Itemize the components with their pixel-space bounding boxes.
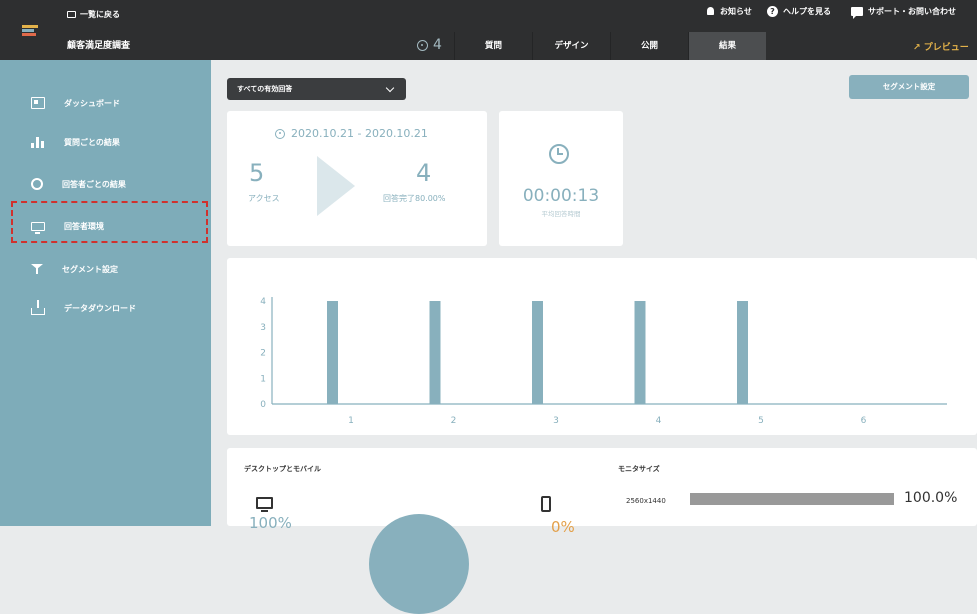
sidebar: ダッシュボード 質問ごとの結果 回答者ごとの結果 回答者環境 セグメント設定 デ… xyxy=(0,60,211,526)
bar-5 xyxy=(737,301,748,404)
sidebar-item-data-download[interactable]: データダウンロード xyxy=(0,295,211,321)
response-bar-chart: 0 1 2 3 4 1 2 3 4 5 6 xyxy=(260,297,947,426)
help-link[interactable]: ? ヘルプを見る xyxy=(767,6,831,17)
completed-count: 4 xyxy=(416,159,432,187)
help-label: ヘルプを見る xyxy=(783,7,831,16)
avg-time-value: 00:00:13 xyxy=(522,186,600,206)
sidebar-item-segment-settings[interactable]: セグメント設定 xyxy=(0,256,211,282)
sidebar-item-label: 回答者ごとの結果 xyxy=(62,179,126,189)
preview-label: プレビュー xyxy=(923,43,969,53)
back-link-label: 一覧に戻る xyxy=(80,10,120,19)
preview-link[interactable]: ↗ プレビュー xyxy=(913,40,969,53)
response-count-value: 4 xyxy=(433,37,442,53)
segment-settings-button[interactable]: セグメント設定 xyxy=(849,75,969,99)
sidebar-item-label: セグメント設定 xyxy=(62,264,118,274)
device-section-title: デスクトップとモバイル xyxy=(244,465,321,473)
filter-icon xyxy=(31,263,43,275)
external-link-icon: ↗ xyxy=(913,43,924,53)
monitor-size-label: 2560x1440 xyxy=(626,497,666,505)
top-bar: 一覧に戻る 顧客満足度調査 お知らせ ? ヘルプを見る サポート・お問い合わせ … xyxy=(0,0,977,60)
clock-icon xyxy=(549,144,569,164)
mobile-percent: 0% xyxy=(551,518,575,536)
desktop-icon xyxy=(256,497,273,512)
completed-label: 回答完了80.00% xyxy=(383,194,446,203)
bell-icon xyxy=(706,6,715,17)
mobile-icon xyxy=(541,496,551,512)
help-icon: ? xyxy=(767,6,778,17)
bar-1 xyxy=(327,301,338,404)
filter-select-value: すべての有効回答 xyxy=(237,85,293,93)
summary-card: 2020.10.21 - 2020.10.21 5 アクセス 4 回答完了80.… xyxy=(227,111,487,246)
y-tick-label: 4 xyxy=(260,297,266,307)
support-label: サポート・お問い合わせ xyxy=(868,7,956,16)
download-icon xyxy=(31,299,45,315)
sidebar-item-dashboard[interactable]: ダッシュボード xyxy=(0,90,211,116)
x-tick-label: 5 xyxy=(758,416,764,426)
y-tick-label: 3 xyxy=(260,323,266,333)
x-tick-label: 6 xyxy=(861,416,867,426)
user-icon xyxy=(31,178,43,190)
sidebar-item-question-results[interactable]: 質問ごとの結果 xyxy=(0,129,211,155)
survey-title: 顧客満足度調査 xyxy=(67,41,131,51)
support-link[interactable]: サポート・お問い合わせ xyxy=(851,6,956,19)
date-range-value: 2020.10.21 - 2020.10.21 xyxy=(291,127,428,140)
y-tick-label: 2 xyxy=(260,349,266,359)
response-chart-card: 0 1 2 3 4 1 2 3 4 5 6 xyxy=(227,258,977,435)
date-range: 2020.10.21 - 2020.10.21 xyxy=(275,127,428,140)
response-count: 4 xyxy=(417,37,442,53)
back-to-list-link[interactable]: 一覧に戻る xyxy=(67,9,120,20)
notifications-link[interactable]: お知らせ xyxy=(706,6,752,17)
monitor-size-percent: 100.0% xyxy=(904,490,958,506)
x-tick-label: 1 xyxy=(348,416,354,426)
sidebar-item-label: ダッシュボード xyxy=(64,98,120,108)
tab-questions[interactable]: 質問 xyxy=(454,32,532,60)
chat-icon xyxy=(851,7,863,19)
environment-card: デスクトップとモバイル 100% 0% モニタサイズ 2560x1440 100… xyxy=(227,448,977,614)
bar-2 xyxy=(429,301,441,404)
notifications-label: お知らせ xyxy=(720,7,752,16)
monitor-section-title: モニタサイズ xyxy=(618,465,660,473)
desktop-percent: 100% xyxy=(249,514,292,532)
response-filter-select[interactable]: すべての有効回答 xyxy=(227,78,406,100)
tab-publish[interactable]: 公開 xyxy=(610,32,688,60)
access-label: アクセス xyxy=(248,194,280,203)
arrow-graphic xyxy=(317,156,355,216)
tab-design[interactable]: デザイン xyxy=(532,32,610,60)
bar-chart-icon xyxy=(31,136,45,148)
x-tick-label: 4 xyxy=(656,416,662,426)
bar-3 xyxy=(532,301,543,404)
sidebar-item-respondent-results[interactable]: 回答者ごとの結果 xyxy=(0,171,211,197)
monitor-size-bar xyxy=(690,493,894,505)
x-tick-label: 3 xyxy=(553,416,559,426)
avg-time-card: 00:00:13 平均回答時間 xyxy=(499,111,623,246)
tab-results[interactable]: 結果 xyxy=(688,32,766,60)
highlight-box xyxy=(11,201,208,243)
bar-4 xyxy=(634,301,646,404)
y-tick-label: 0 xyxy=(260,400,266,410)
printer-icon xyxy=(67,11,76,18)
x-tick-label: 2 xyxy=(451,416,457,426)
sidebar-item-label: 質問ごとの結果 xyxy=(64,137,120,147)
device-donut-chart xyxy=(369,514,469,614)
logo-icon[interactable] xyxy=(22,25,38,36)
sidebar-item-label: データダウンロード xyxy=(64,303,136,313)
calendar-icon xyxy=(275,128,285,139)
response-icon xyxy=(417,39,428,51)
y-tick-label: 1 xyxy=(260,374,266,384)
dashboard-icon xyxy=(31,97,45,109)
access-count: 5 xyxy=(249,159,265,187)
chevron-down-icon xyxy=(385,83,395,93)
avg-time-label: 平均回答時間 xyxy=(541,210,581,218)
